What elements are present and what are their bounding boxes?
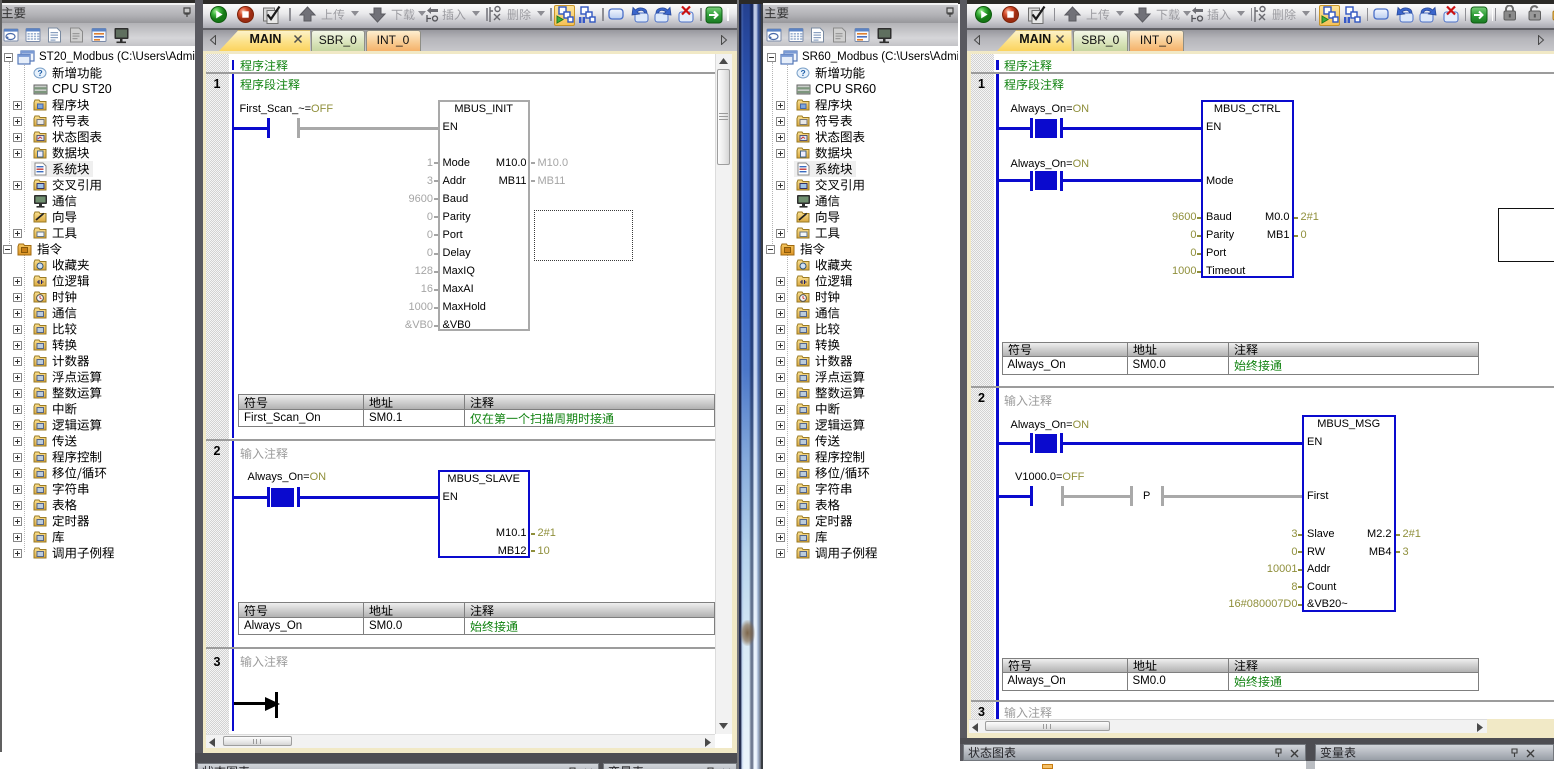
svg-text:?: ? bbox=[38, 68, 43, 78]
svg-text:?: ? bbox=[801, 68, 806, 78]
